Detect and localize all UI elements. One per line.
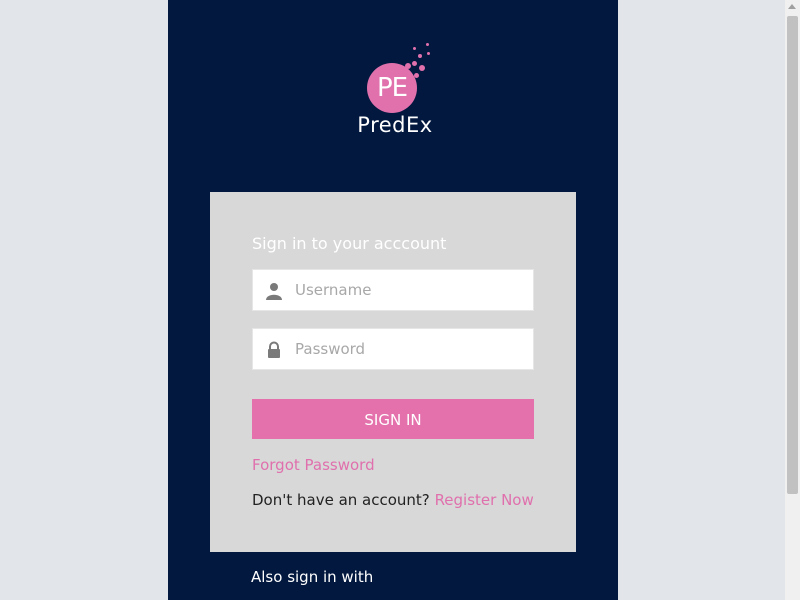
logo-dot	[419, 65, 425, 71]
scrollbar-thumb[interactable]	[787, 16, 798, 494]
login-card: Sign in to your acccount SIGN IN Forgot …	[210, 192, 576, 552]
logo-dot	[426, 43, 429, 46]
password-input[interactable]	[295, 329, 525, 369]
logo-dot	[427, 52, 430, 55]
logo-mark: PE	[376, 73, 408, 103]
login-title: Sign in to your acccount	[252, 234, 447, 253]
forgot-password-link[interactable]: Forgot Password	[252, 456, 375, 474]
lock-icon	[265, 341, 283, 359]
register-prompt: Don't have an account? Register Now	[252, 491, 534, 509]
social-signin-heading: Also sign in with	[251, 568, 374, 586]
logo-dot	[413, 47, 416, 50]
username-field[interactable]	[252, 269, 534, 311]
logo-dot	[418, 54, 422, 58]
brand-name: PredEx	[357, 113, 433, 137]
register-now-link[interactable]: Register Now	[435, 491, 534, 509]
predex-logo: PE PredEx	[340, 40, 450, 140]
login-page: PE PredEx Sign in to your acccount S	[0, 0, 800, 600]
username-input[interactable]	[295, 270, 525, 310]
password-field[interactable]	[252, 328, 534, 370]
no-account-text: Don't have an account?	[252, 491, 430, 509]
sign-in-button[interactable]: SIGN IN	[252, 399, 534, 439]
scroll-up-icon[interactable]	[788, 4, 796, 9]
vertical-scrollbar[interactable]	[785, 0, 800, 600]
user-icon	[265, 282, 283, 300]
